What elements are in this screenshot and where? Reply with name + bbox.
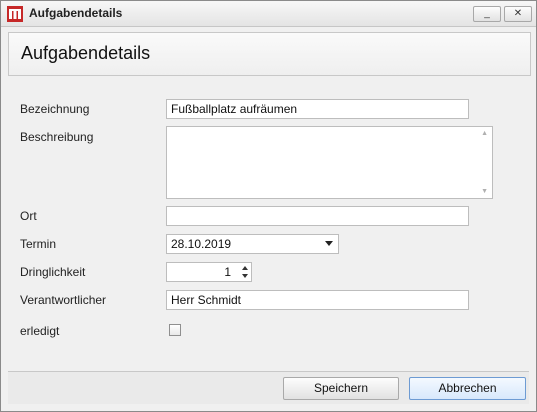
verantwortlicher-input[interactable]: Herr Schmidt — [166, 290, 469, 310]
erledigt-label: erledigt — [20, 324, 60, 338]
bezeichnung-input[interactable]: Fußballplatz aufräumen — [166, 99, 469, 119]
termin-dropdown[interactable]: 28.10.2019 — [166, 234, 339, 254]
dringlichkeit-label: Dringlichkeit — [20, 265, 86, 279]
ort-input[interactable] — [166, 206, 469, 226]
termin-label: Termin — [20, 237, 57, 251]
ort-label: Ort — [20, 209, 37, 223]
dialog-window: Aufgabendetails _ ✕ Aufgabendetails Beze… — [0, 0, 537, 412]
title-bar[interactable]: Aufgabendetails _ ✕ — [1, 1, 536, 27]
window-title: Aufgabendetails — [29, 6, 123, 20]
verantwortlicher-label: Verantwortlicher — [20, 293, 107, 307]
close-icon: ✕ — [513, 8, 523, 19]
scroll-down-icon[interactable]: ▼ — [481, 188, 488, 195]
beschreibung-label: Beschreibung — [20, 130, 94, 144]
termin-value: 28.10.2019 — [171, 237, 232, 251]
dialog-header: Aufgabendetails — [8, 32, 531, 76]
bezeichnung-value: Fußballplatz aufräumen — [171, 102, 298, 116]
dringlichkeit-value: 1 — [224, 265, 231, 279]
close-button[interactable]: ✕ — [504, 6, 532, 22]
save-button[interactable]: Speichern — [283, 377, 399, 400]
dringlichkeit-stepper[interactable]: 1 — [166, 262, 252, 282]
cancel-button[interactable]: Abbrechen — [409, 377, 526, 400]
scroll-up-icon[interactable]: ▲ — [481, 130, 488, 137]
erledigt-checkbox[interactable] — [169, 324, 181, 336]
app-icon — [7, 6, 23, 22]
bezeichnung-label: Bezeichnung — [20, 102, 90, 116]
dropdown-arrow-icon[interactable] — [325, 241, 333, 246]
minimize-button[interactable]: _ — [473, 6, 501, 22]
spin-up-icon[interactable] — [242, 266, 248, 270]
spin-down-icon[interactable] — [242, 274, 248, 278]
beschreibung-textarea[interactable]: ▲ ▼ — [166, 126, 493, 199]
verantwortlicher-value: Herr Schmidt — [171, 293, 242, 307]
page-title: Aufgabendetails — [21, 43, 151, 63]
minimize-icon: _ — [484, 8, 490, 19]
